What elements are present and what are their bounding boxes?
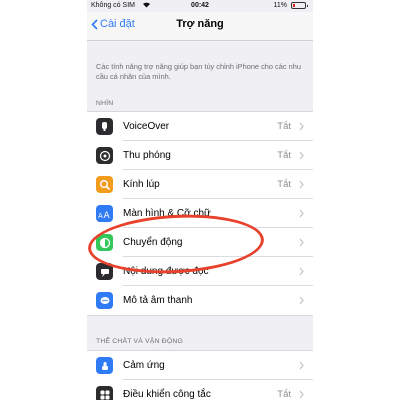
section-header-physical-motor: THỂ CHẤT VÀ VẬN ĐỘNG	[96, 338, 183, 345]
chevron-right-icon	[299, 151, 304, 160]
status-bar: Không có SIM 00:42 11%	[87, 0, 313, 12]
row-label: Điều khiển công tắc	[123, 389, 211, 400]
row-label: Chuyển động	[123, 237, 183, 248]
section-header-vision: NHÌN	[96, 100, 114, 107]
row-value: Tắt	[277, 179, 291, 190]
description-text: Các tính năng trợ năng giúp bạn tùy chỉn…	[96, 62, 301, 81]
motion-icon	[96, 234, 113, 251]
chevron-right-icon	[299, 267, 304, 276]
row-label: Cảm ứng	[123, 360, 165, 371]
zoom-icon	[96, 147, 113, 164]
row-label: Kính lúp	[123, 179, 160, 190]
row-touch[interactable]: Cảm ứng	[87, 351, 313, 380]
vision-group: VoiceOver Tắt Thu phóng Tắt Kính lúp Tắt	[87, 111, 313, 316]
chevron-right-icon	[299, 180, 304, 189]
battery-icon	[291, 2, 308, 9]
touch-icon	[96, 357, 113, 374]
voiceover-icon	[96, 118, 113, 135]
magnifier-icon	[96, 176, 113, 193]
audio-description-icon	[96, 292, 113, 309]
row-label: Nội dung được đọc	[123, 266, 209, 277]
row-voiceover[interactable]: VoiceOver Tắt	[87, 112, 313, 141]
row-spoken-content[interactable]: Nội dung được đọc	[87, 257, 313, 286]
row-switch-control[interactable]: Điều khiển công tắc Tắt	[87, 380, 313, 400]
chevron-right-icon	[299, 122, 304, 131]
svg-text:A: A	[98, 212, 103, 219]
speech-icon	[96, 263, 113, 280]
row-label: Màn hình & Cỡ chữ	[123, 208, 211, 219]
text-size-icon: AA	[96, 205, 113, 222]
chevron-right-icon	[299, 209, 304, 218]
row-magnifier[interactable]: Kính lúp Tắt	[87, 170, 313, 199]
physical-motor-group: Cảm ứng Điều khiển công tắc Tắt	[87, 350, 313, 400]
row-label: Mô tả âm thanh	[123, 295, 193, 306]
settings-screen: Không có SIM 00:42 11% Cài đặt Trợ năng …	[87, 0, 313, 400]
row-value: Tắt	[277, 150, 291, 161]
row-audio-descriptions[interactable]: Mô tả âm thanh	[87, 286, 313, 315]
page-title: Trợ năng	[176, 18, 224, 30]
row-display-text-size[interactable]: AA Màn hình & Cỡ chữ	[87, 199, 313, 228]
battery-percent: 11%	[273, 2, 288, 9]
switch-control-icon	[96, 386, 113, 400]
row-motion[interactable]: Chuyển động	[87, 228, 313, 257]
svg-text:A: A	[104, 211, 111, 219]
navigation-bar: Cài đặt Trợ năng	[87, 12, 313, 41]
chevron-right-icon	[299, 390, 304, 399]
row-label: VoiceOver	[123, 121, 170, 132]
chevron-right-icon	[299, 361, 304, 370]
row-label: Thu phóng	[123, 150, 171, 161]
chevron-right-icon	[299, 296, 304, 305]
row-zoom[interactable]: Thu phóng Tắt	[87, 141, 313, 170]
row-value: Tắt	[277, 389, 291, 400]
chevron-right-icon	[299, 238, 304, 247]
row-value: Tắt	[277, 121, 291, 132]
